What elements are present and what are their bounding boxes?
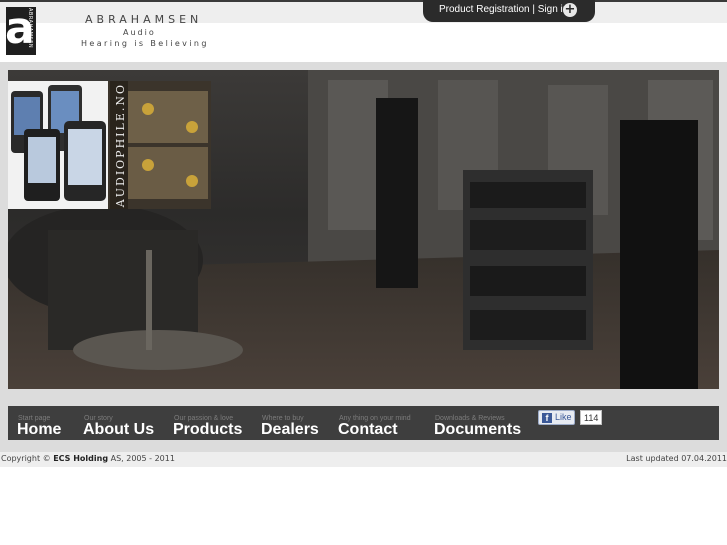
product-registration-link[interactable]: Product Registration | Sign in [439, 4, 568, 15]
like-label: Like [555, 412, 572, 422]
nav-label: Contact [338, 421, 398, 438]
nav-label: Home [17, 421, 62, 438]
last-updated: Last updated 07.04.2011 [626, 454, 727, 463]
promo-inset[interactable]: AUDIOPHILE.NO [8, 81, 211, 209]
copyright-prefix: Copyright © [1, 454, 51, 463]
account-tab: Product Registration | Sign in + [423, 0, 595, 22]
footer: Copyright © ECS Holding AS, 2005 - 2011 … [0, 452, 727, 467]
logo-vertical-text: ABRAHAMSEN [27, 8, 33, 49]
nav-label: About Us [83, 421, 155, 438]
main-nav: Start page Home Our story About Us Our p… [8, 406, 719, 440]
promo-text: AUDIOPHILE.NO [114, 83, 127, 208]
nav-label: Documents [434, 421, 522, 438]
logo-mark[interactable]: a ABRAHAMSEN [5, 7, 36, 55]
like-count: 114 [580, 410, 603, 425]
company-name: ECS Holding [53, 454, 109, 463]
copyright-suffix: AS, 2005 - 2011 [110, 454, 175, 463]
hero-image: AUDIOPHILE.NO [8, 70, 719, 389]
nav-label: Dealers [261, 421, 319, 438]
header-separator [0, 62, 727, 70]
copyright: Copyright © ECS Holding AS, 2005 - 2011 [1, 454, 175, 463]
brand-name: ABRAHAMSEN [85, 13, 203, 26]
nav-label: Products [173, 421, 243, 438]
facebook-like-button[interactable]: f Like [538, 410, 575, 425]
facebook-icon: f [542, 413, 552, 423]
brand-subtitle: Audio [123, 28, 156, 37]
brand-slogan: Hearing is Believing [81, 39, 209, 48]
promo-image [8, 81, 211, 209]
plus-icon[interactable]: + [563, 3, 577, 17]
